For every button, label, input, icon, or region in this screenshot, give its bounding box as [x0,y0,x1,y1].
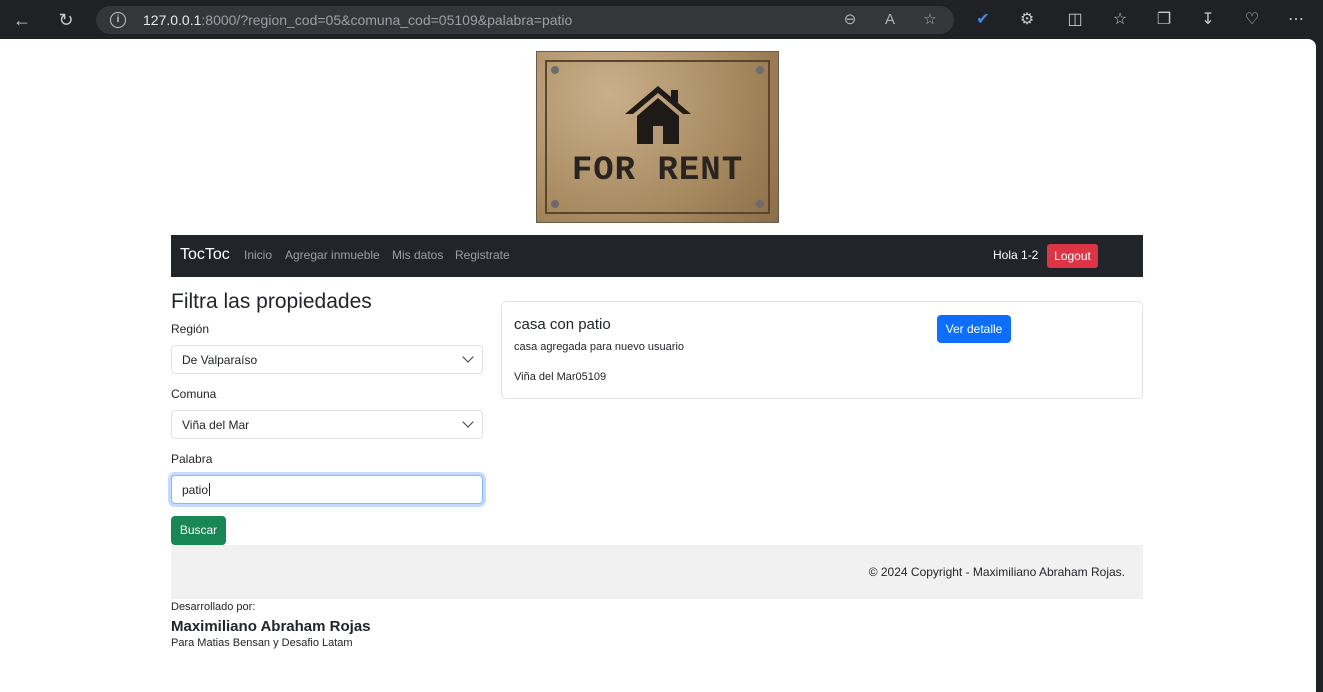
developer-subtitle: Para Matias Bensan y Desafio Latam [171,637,353,649]
region-select-value: De Valparaíso [182,353,258,367]
address-bar[interactable]: i 127.0.0.1:8000/?region_cod=05&comuna_c… [96,6,954,34]
property-card: casa con patio casa agregada para nuevo … [501,301,1143,399]
banner-text: FOR RENT [571,152,744,190]
favorite-star-icon[interactable]: ☆ [920,10,940,30]
nav-link-mis-datos[interactable]: Mis datos [392,248,443,262]
house-icon [625,86,691,144]
downloads-icon[interactable]: ↧ [1197,9,1219,31]
checkmark-extension-icon[interactable]: ✔ [972,9,994,31]
nav-link-registrate[interactable]: Registrate [455,248,510,262]
for-rent-banner-image: FOR RENT [536,51,779,223]
ver-detalle-button[interactable]: Ver detalle [937,315,1011,343]
more-menu-icon[interactable]: ⋯ [1285,9,1307,31]
region-select[interactable]: De Valparaíso [171,345,483,374]
palabra-input-value: patio [182,483,209,497]
back-icon[interactable]: ← [10,8,34,32]
extensions-icon[interactable]: ⚙ [1016,9,1038,31]
developer-name: Maximiliano Abraham Rojas [171,618,371,635]
nav-link-inicio[interactable]: Inicio [244,248,272,262]
page-viewport: FOR RENT TocToc Inicio Agregar inmueble … [0,39,1316,692]
bolt-icon [551,200,559,208]
logout-button[interactable]: Logout [1047,244,1098,268]
text-caret [209,483,211,496]
bolt-icon [756,200,764,208]
bolt-icon [551,66,559,74]
favorites-icon[interactable]: ☆ [1109,9,1131,31]
browser-toolbar: ← ↻ i 127.0.0.1:8000/?region_cod=05&comu… [0,0,1323,39]
copyright-text: © 2024 Copyright - Maximiliano Abraham R… [868,565,1125,579]
zoom-icon[interactable]: ⊖ [840,10,860,30]
user-greeting: Hola 1-2 [993,248,1039,262]
property-description: casa agregada para nuevo usuario [514,341,685,353]
region-label: Región [171,322,210,336]
navbar: TocToc Inicio Agregar inmueble Mis datos… [171,235,1143,277]
palabra-label: Palabra [171,452,213,466]
navbar-brand[interactable]: TocToc [180,246,230,264]
buscar-button[interactable]: Buscar [171,516,226,545]
property-location: Viña del Mar05109 [514,371,607,383]
comuna-select-value: Viña del Mar [182,418,250,432]
bolt-icon [756,66,764,74]
reload-icon[interactable]: ↻ [54,8,78,32]
nav-link-agregar-inmueble[interactable]: Agregar inmueble [285,248,380,262]
collections-icon[interactable]: ❐ [1153,9,1175,31]
comuna-select[interactable]: Viña del Mar [171,410,483,439]
read-aloud-icon[interactable]: A [880,10,900,30]
property-title: casa con patio [514,316,611,333]
site-info-icon[interactable]: i [110,12,126,28]
chevron-down-icon [462,351,474,363]
footer: © 2024 Copyright - Maximiliano Abraham R… [171,545,1143,599]
scrollbar[interactable] [1316,39,1323,692]
split-screen-icon[interactable]: ◫ [1064,9,1086,31]
browser-essentials-icon[interactable]: ♡ [1241,9,1263,31]
palabra-input[interactable]: patio [171,475,483,504]
developed-by-label: Desarrollado por: [171,601,256,613]
comuna-label: Comuna [171,387,217,401]
chevron-down-icon [462,416,474,428]
filter-title: Filtra las propiedades [171,290,372,313]
url-text[interactable]: 127.0.0.1:8000/?region_cod=05&comuna_cod… [143,12,572,28]
